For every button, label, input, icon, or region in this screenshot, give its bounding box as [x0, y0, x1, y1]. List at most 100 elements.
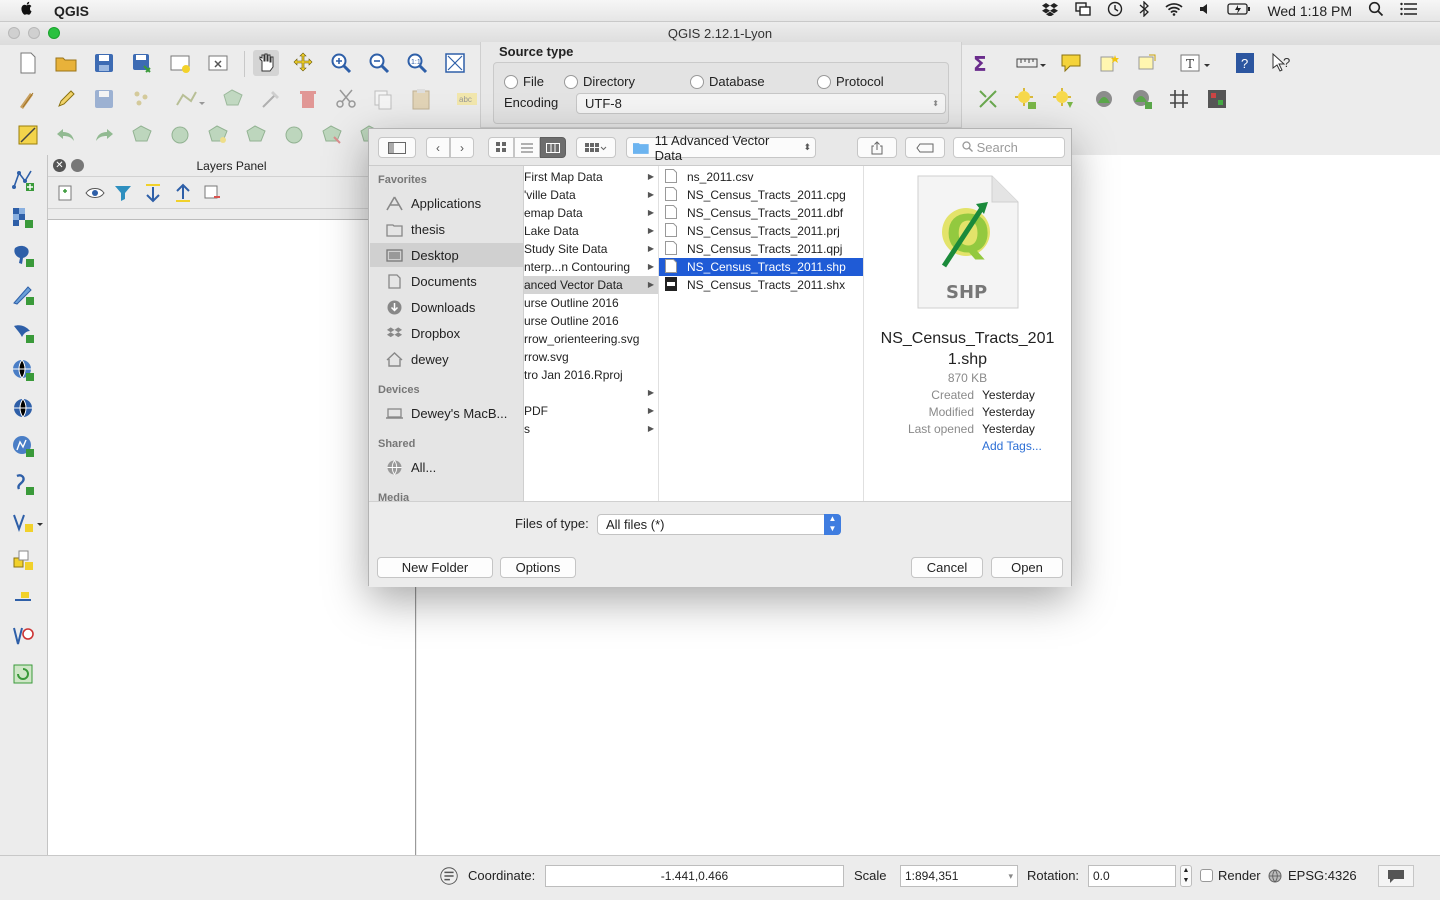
- cancel-button[interactable]: Cancel: [911, 557, 983, 578]
- apple-menu-icon[interactable]: [19, 0, 37, 21]
- column-parent-item[interactable]: rrow.svg: [524, 348, 658, 366]
- battery-icon[interactable]: [1227, 2, 1251, 19]
- label-toolbar-icon[interactable]: abc: [454, 86, 480, 112]
- coordinate-field[interactable]: -1.441,0.466: [545, 865, 844, 887]
- radio-file[interactable]: File: [504, 74, 544, 89]
- grass-mapset-icon[interactable]: [1091, 86, 1117, 112]
- new-bookmark-icon[interactable]: [1096, 50, 1122, 76]
- raster-calculator-icon[interactable]: [1204, 86, 1230, 112]
- volume-icon[interactable]: [1199, 2, 1211, 19]
- column-parent-item[interactable]: PDF ▶: [524, 402, 658, 420]
- georeferencer-icon[interactable]: [975, 86, 1001, 112]
- window-minimize-button[interactable]: [28, 27, 40, 39]
- crs-status[interactable]: EPSG:4326: [1288, 868, 1357, 883]
- open-button[interactable]: Open: [991, 557, 1063, 578]
- column-file-item[interactable]: NS_Census_Tracts_2011.shx: [659, 276, 863, 294]
- sidebar-item-all-shared[interactable]: All...: [370, 455, 523, 479]
- new-shapefile-layer-icon[interactable]: [10, 509, 46, 535]
- edit-tags-button[interactable]: [905, 137, 945, 158]
- dropbox-status-icon[interactable]: [1041, 2, 1059, 19]
- sidebar-item-dropbox[interactable]: Dropbox: [370, 321, 523, 345]
- cut-features-icon[interactable]: [333, 86, 359, 112]
- add-spatialite-layer-icon[interactable]: [10, 281, 36, 307]
- encoding-select[interactable]: UTF-8 ⬍: [576, 93, 946, 114]
- sidebar-item-applications[interactable]: Applications: [370, 191, 523, 215]
- sidebar-item-dewey[interactable]: dewey: [370, 347, 523, 371]
- column-file-item[interactable]: NS_Census_Tracts_2011.qpj: [659, 240, 863, 258]
- share-button[interactable]: [857, 137, 897, 158]
- column-parent-item[interactable]: 'ville Data ▶: [524, 186, 658, 204]
- save-project-icon[interactable]: [91, 50, 117, 76]
- column-view-button[interactable]: [540, 137, 566, 158]
- save-as-icon[interactable]: [129, 50, 155, 76]
- interpolation-plugin-icon[interactable]: [1051, 86, 1077, 112]
- open-project-icon[interactable]: [53, 50, 79, 76]
- forward-button[interactable]: ›: [450, 137, 474, 158]
- add-part-icon[interactable]: [167, 122, 193, 148]
- add-spatialite-new-layer-icon[interactable]: [10, 585, 36, 611]
- layers-tree[interactable]: [48, 219, 415, 855]
- node-tool-icon[interactable]: [258, 86, 284, 112]
- arrange-button[interactable]: [576, 137, 616, 158]
- path-popup[interactable]: 11 Advanced Vector Data ⬍: [626, 133, 816, 163]
- add-raster-layer-icon[interactable]: [10, 205, 36, 231]
- add-delimited-text-layer-icon[interactable]: [10, 471, 36, 497]
- sidebar-item-thesis[interactable]: thesis: [370, 217, 523, 241]
- add-point-feature-icon[interactable]: [129, 86, 155, 112]
- search-field[interactable]: Search: [953, 137, 1065, 158]
- notification-center-icon[interactable]: [1400, 2, 1418, 19]
- current-edits-icon[interactable]: [15, 86, 41, 112]
- add-wfs-layer-icon[interactable]: [10, 433, 36, 459]
- sidebar-item-desktop[interactable]: Desktop: [370, 243, 523, 267]
- add-polygon-feature-icon[interactable]: [220, 86, 246, 112]
- column-file-item[interactable]: NS_Census_Tracts_2011.prj: [659, 222, 863, 240]
- delete-part-icon[interactable]: [281, 122, 307, 148]
- time-machine-icon[interactable]: [1107, 1, 1123, 20]
- app-menu-qgis[interactable]: QGIS: [54, 3, 89, 19]
- crs-globe-icon[interactable]: [1268, 869, 1282, 886]
- render-checkbox[interactable]: [1200, 869, 1213, 882]
- column-parent-item[interactable]: tro Jan 2016.Rproj: [524, 366, 658, 384]
- column-parent-item[interactable]: First Map Data ▶: [524, 168, 658, 186]
- column-file-item[interactable]: ns_2011.csv: [659, 168, 863, 186]
- zoom-native-resolution-icon[interactable]: 1:1: [404, 50, 430, 76]
- column-parent-item[interactable]: ▶: [524, 384, 658, 402]
- delete-ring-icon[interactable]: [243, 122, 269, 148]
- radio-database[interactable]: Database: [690, 74, 765, 89]
- heatmap-plugin-icon[interactable]: [1013, 86, 1039, 112]
- add-oracle-layer-icon[interactable]: [10, 623, 36, 649]
- icon-view-button[interactable]: [488, 137, 514, 158]
- text-annotation-icon[interactable]: T: [1178, 50, 1212, 76]
- rotation-spinbox[interactable]: 0.0: [1088, 865, 1176, 887]
- show-bookmarks-icon[interactable]: [1134, 50, 1160, 76]
- column-parent-item[interactable]: urse Outline 2016: [524, 294, 658, 312]
- fill-ring-icon[interactable]: [205, 122, 231, 148]
- toggle-sidebar-button[interactable]: [378, 137, 416, 158]
- zoom-full-icon[interactable]: [442, 50, 468, 76]
- radio-directory[interactable]: Directory: [564, 74, 635, 89]
- copy-features-icon[interactable]: [370, 86, 396, 112]
- whats-this-icon[interactable]: ?: [1268, 50, 1294, 76]
- reshape-features-icon[interactable]: [319, 122, 345, 148]
- pan-to-selection-icon[interactable]: [290, 50, 316, 76]
- messages-toggle-icon[interactable]: [438, 865, 460, 887]
- coordinate-grid-icon[interactable]: [1166, 86, 1192, 112]
- float-panel-icon[interactable]: [71, 159, 84, 172]
- column-parent-item[interactable]: rrow_orienteering.svg: [524, 330, 658, 348]
- column-parent-item[interactable]: nterp...n Contouring ▶: [524, 258, 658, 276]
- back-button[interactable]: ‹: [426, 137, 450, 158]
- add-group-icon[interactable]: [53, 180, 79, 206]
- expand-all-icon[interactable]: [140, 180, 166, 206]
- column-parent-item[interactable]: s ▶: [524, 420, 658, 438]
- sidebar-item-macbook[interactable]: Dewey's MacB...: [370, 401, 523, 425]
- filter-legend-icon[interactable]: [110, 180, 136, 206]
- zoom-in-icon[interactable]: [328, 50, 354, 76]
- options-button[interactable]: Options: [500, 557, 576, 578]
- add-vector-layer-icon[interactable]: [10, 167, 36, 193]
- log-messages-button[interactable]: [1378, 865, 1414, 887]
- window-close-button[interactable]: [8, 27, 20, 39]
- bluetooth-icon[interactable]: [1139, 0, 1150, 20]
- help-contents-icon[interactable]: ?: [1232, 50, 1258, 76]
- paste-features-icon[interactable]: [408, 86, 434, 112]
- files-of-type-select[interactable]: All files (*) ▲ ▼: [597, 514, 841, 535]
